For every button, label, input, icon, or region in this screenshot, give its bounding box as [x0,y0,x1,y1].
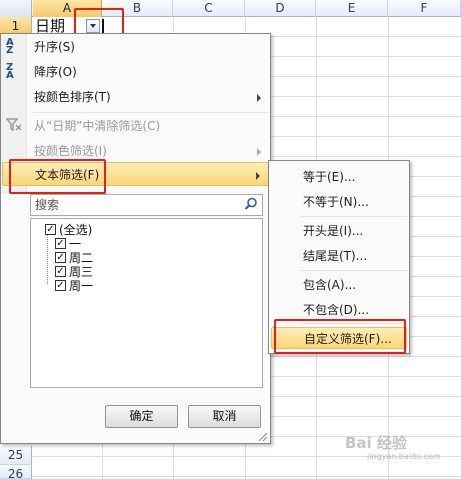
submenu-item-contains[interactable]: 包含(A)... [271,274,407,296]
list-item-label: (全选) [59,223,93,237]
list-item-label: 周二 [69,251,94,265]
column-header-c[interactable]: C [173,0,245,17]
submenu-separator [301,216,407,217]
column-header-d[interactable]: D [245,0,316,17]
submenu-arrow-icon [256,172,260,180]
menu-separator [33,112,269,113]
sort-ascending-label: 升序(S) [34,40,75,54]
list-item[interactable]: ✓ 周一 [53,279,93,293]
submenu-arrow-icon [257,148,261,156]
filter-by-color-label: 按颜色筛选(I) [34,144,107,158]
checkbox-checked-icon[interactable]: ✓ [55,252,66,263]
column-header-f[interactable]: F [388,0,461,17]
ok-button[interactable]: 确定 [105,405,178,428]
sort-by-color-label: 按颜色排序(T) [34,90,111,104]
resize-grip-icon[interactable] [256,430,268,442]
filter-search-input[interactable]: 搜索 [30,194,263,216]
list-item[interactable]: ✓ 周三 [53,265,93,279]
row-header-26[interactable]: 26 [0,465,32,479]
column-header-row: A B C D E F [0,0,461,17]
column-header-e[interactable]: E [316,0,388,17]
checkbox-checked-icon[interactable]: ✓ [55,266,66,277]
cancel-button[interactable]: 取消 [188,405,261,428]
highlight-box-custom-filter [274,319,406,354]
list-item-label: 周一 [69,279,94,293]
submenu-item-ends-with[interactable]: 结尾是(T)... [271,245,407,267]
checkbox-checked-icon[interactable]: ✓ [45,224,56,235]
watermark-url: jingyan.baidu.com [367,452,441,461]
submenu-arrow-icon [257,94,261,102]
select-all-corner[interactable] [0,0,32,17]
menu-item-sort-descending[interactable]: ZA 降序(O) [2,60,269,84]
sort-ascending-icon: AZ [6,37,14,56]
clear-filter-label: 从“日期”中清除筛选(C) [34,119,161,133]
baidu-jingyan-watermark-logo: Bai 经验 jingyan.baidu.com [345,432,457,468]
clear-filter-icon [5,118,24,134]
list-item[interactable]: ✓ 一 [53,237,93,251]
autofilter-menu: AZ 升序(S) ZA 降序(O) 按颜色排序(T) 从“日期”中清除筛选(C)… [0,33,271,444]
list-item-select-all[interactable]: ✓ (全选) [43,223,93,237]
search-placeholder: 搜索 [35,198,60,212]
list-item-label: 周三 [69,265,94,279]
filter-value-tree: ✓ (全选) ✓ 一 ✓ 周二 ✓ 周三 ✓ 周一 [43,223,93,293]
menu-item-clear-filter: 从“日期”中清除筛选(C) [2,114,269,138]
checkbox-checked-icon[interactable]: ✓ [55,280,66,291]
submenu-item-not-contains[interactable]: 不包含(D)... [271,299,407,321]
row-header-25[interactable]: 25 [0,446,32,465]
submenu-item-not-equals[interactable]: 不等于(N)... [271,191,407,213]
watermark-logo-text: Bai 经验 [345,434,407,452]
submenu-separator [301,270,407,271]
highlight-box-text-filter [9,159,106,194]
checkbox-checked-icon[interactable]: ✓ [55,238,66,249]
submenu-item-begins-with[interactable]: 开头是(I)... [271,220,407,242]
list-item[interactable]: ✓ 周二 [53,251,93,265]
submenu-item-equals[interactable]: 等于(E)... [271,166,407,188]
menu-item-sort-ascending[interactable]: AZ 升序(S) [2,35,269,59]
filter-value-list[interactable]: ✓ (全选) ✓ 一 ✓ 周二 ✓ 周三 ✓ 周一 [30,218,263,388]
tree-line [47,230,48,284]
sort-descending-label: 降序(O) [34,65,77,79]
search-icon[interactable] [244,197,258,211]
menu-item-sort-by-color[interactable]: 按颜色排序(T) [2,85,269,109]
sort-descending-icon: ZA [6,62,14,81]
list-item-label: 一 [69,237,82,251]
